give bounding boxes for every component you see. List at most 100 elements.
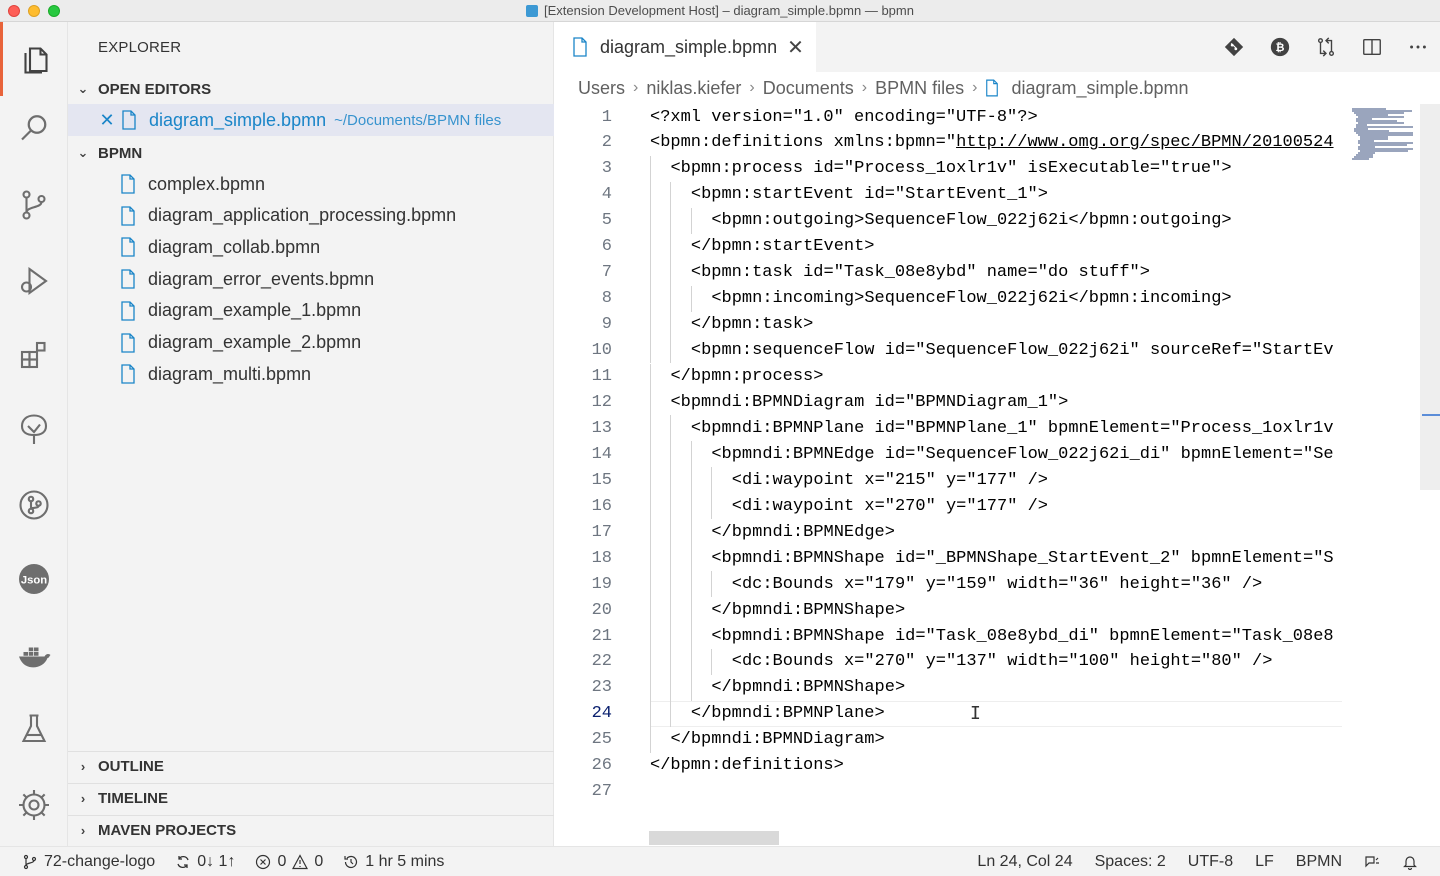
language-mode[interactable]: BPMN <box>1296 853 1342 871</box>
indent-guide <box>690 648 692 675</box>
code-line: 23 </bpmndi:BPMNShape> <box>554 675 1342 701</box>
open-editors-header[interactable]: ⌄ OPEN EDITORS <box>68 74 554 104</box>
indent-guide <box>670 648 672 675</box>
file-item[interactable]: diagram_example_1.bpmn <box>68 295 554 327</box>
horizontal-scrollbar[interactable] <box>649 831 779 845</box>
chevron-down-icon: ⌄ <box>77 145 89 160</box>
code-text: <dc:Bounds x="270" y="137" width="100" h… <box>650 652 1273 671</box>
docker-icon[interactable] <box>0 618 68 692</box>
code-content: <bpmn:incoming>SequenceFlow_022j62i</bpm… <box>711 289 1232 309</box>
breadcrumb-item[interactable]: niklas.kiefer <box>646 78 741 99</box>
indent-guide <box>650 285 651 312</box>
file-item[interactable]: diagram_collab.bpmn <box>68 231 554 263</box>
code-line: 27 <box>554 779 1342 805</box>
explorer-icon[interactable] <box>0 22 68 96</box>
more-icon[interactable] <box>1406 35 1430 59</box>
cursor-position[interactable]: Ln 24, Col 24 <box>977 853 1072 871</box>
line-number: 27 <box>591 782 612 802</box>
tab-diagram-simple[interactable]: diagram_simple.bpmn ✕ <box>554 22 816 72</box>
search-icon[interactable] <box>0 92 68 166</box>
breadcrumb-item[interactable]: Documents <box>763 78 854 99</box>
feedback-icon[interactable] <box>1364 854 1380 870</box>
chevron-down-icon: ⌄ <box>77 81 89 96</box>
file-item[interactable]: diagram_application_processing.bpmn <box>68 200 554 232</box>
code-line: 22 <dc:Bounds x="270" y="137" width="100"… <box>554 649 1342 675</box>
bitcoin-icon[interactable]: ₿ <box>1268 35 1292 59</box>
code-content: <bpmndi:BPMNDiagram id="BPMNDiagram_1"> <box>670 392 1069 412</box>
extensions-icon[interactable] <box>0 318 68 392</box>
file-item[interactable]: diagram_error_events.bpmn <box>68 263 554 295</box>
line-number: 16 <box>591 496 612 516</box>
code-line: 21 <bpmndi:BPMNShape id="Task_08e8ybd_di"… <box>554 623 1342 649</box>
git-icon[interactable] <box>1222 35 1246 59</box>
outline-section-header[interactable]: › OUTLINE <box>68 751 554 781</box>
indent-guide <box>670 259 672 286</box>
maven-projects-label: MAVEN PROJECTS <box>98 822 237 839</box>
json-icon[interactable]: Json <box>0 542 68 616</box>
breadcrumb-item[interactable]: Users <box>578 78 625 99</box>
line-number: 25 <box>591 730 612 750</box>
close-window-button[interactable] <box>8 5 20 17</box>
code-line: 10 <bpmn:sequenceFlow id="SequenceFlow_02… <box>554 338 1342 364</box>
run-debug-icon[interactable] <box>0 244 68 318</box>
file-item[interactable]: diagram_example_2.bpmn <box>68 327 554 359</box>
breadcrumb-file[interactable]: diagram_simple.bpmn <box>985 78 1189 99</box>
testing-icon[interactable] <box>0 692 68 766</box>
window-controls <box>8 5 60 17</box>
tab-close-icon[interactable]: ✕ <box>787 35 804 60</box>
indent-guide <box>650 311 651 338</box>
compare-icon[interactable] <box>1314 35 1338 59</box>
timeline-label: TIMELINE <box>98 790 168 807</box>
code-line: 25 </bpmndi:BPMNDiagram> <box>554 727 1342 753</box>
git-graph-icon[interactable] <box>0 468 68 542</box>
code-link[interactable]: http://www.omg.org/spec/BPMN/20100524 <box>956 133 1333 152</box>
code-text: <bpmn:task id="Task_08e8ybd" name="do st… <box>650 263 1150 282</box>
breadcrumb-item[interactable]: BPMN files <box>875 78 964 99</box>
file-item[interactable]: complex.bpmn <box>68 168 554 200</box>
tree-icon[interactable] <box>0 392 68 466</box>
minimize-window-button[interactable] <box>28 5 40 17</box>
code-content: </bpmndi:BPMNEdge> <box>711 522 895 542</box>
time-tracker-status[interactable]: 1 hr 5 mins <box>343 853 444 871</box>
indent-guide <box>690 597 692 623</box>
close-icon[interactable]: ✕ <box>96 110 118 131</box>
sync-icon <box>177 855 189 869</box>
code-text: </bpmndi:BPMNDiagram> <box>650 730 884 749</box>
code-editor[interactable]: 1 <?xml version="1.0" encoding="UTF-8"?> 2… <box>554 104 1342 846</box>
sync-status[interactable]: 0↓ 1↑ <box>175 853 235 871</box>
code-line: 18 <bpmndi:BPMNShape id="_BPMNShape_Start… <box>554 545 1342 571</box>
minimap[interactable] <box>1342 104 1440 846</box>
code-text: <bpmndi:BPMNDiagram id="BPMNDiagram_1"> <box>650 393 1068 412</box>
settings-gear-icon[interactable] <box>0 768 68 842</box>
encoding-status[interactable]: UTF-8 <box>1188 853 1233 871</box>
timeline-section-header[interactable]: › TIMELINE <box>68 783 554 813</box>
code-line: 13 <bpmndi:BPMNPlane id="BPMNPlane_1" bpm… <box>554 415 1342 441</box>
eol-status[interactable]: LF <box>1255 853 1274 871</box>
file-icon <box>121 301 135 321</box>
problems-status[interactable]: 0 0 <box>255 853 323 871</box>
open-editor-item[interactable]: ✕ diagram_simple.bpmn ~/Documents/BPMN f… <box>68 104 554 136</box>
file-item[interactable]: diagram_multi.bpmn <box>68 358 554 390</box>
minimap-scrollbar[interactable] <box>1420 104 1440 490</box>
code-line: 2 <bpmn:definitions xmlns:bpmn="http://ww… <box>554 130 1342 156</box>
indent-guide <box>670 545 672 572</box>
indentation-status[interactable]: Spaces: 2 <box>1095 853 1166 871</box>
indent-guide <box>650 648 651 675</box>
folder-label: BPMN <box>98 144 143 162</box>
zoom-window-button[interactable] <box>48 5 60 17</box>
branch-status[interactable]: 72-change-logo <box>22 853 155 871</box>
notifications-bell-icon[interactable] <box>1402 854 1418 870</box>
folder-header-bpmn[interactable]: ⌄ BPMN <box>68 138 554 168</box>
indent-guide <box>670 207 672 234</box>
file-icon <box>986 79 999 97</box>
indent-guide <box>690 674 692 701</box>
code-line: 7 <bpmn:task id="Task_08e8ybd" name="do s… <box>554 260 1342 286</box>
code-text: <bpmn:sequenceFlow id="SequenceFlow_022j… <box>650 341 1334 360</box>
code-content: <di:waypoint x="215" y="177" /> <box>731 470 1049 490</box>
branch-icon <box>23 854 37 870</box>
code-text: <bpmndi:BPMNShape id="_BPMNShape_StartEv… <box>650 549 1333 568</box>
maven-projects-section-header[interactable]: › MAVEN PROJECTS <box>68 815 554 845</box>
source-control-icon[interactable] <box>0 168 68 242</box>
indent-guide <box>670 597 672 623</box>
split-editor-icon[interactable] <box>1360 35 1384 59</box>
